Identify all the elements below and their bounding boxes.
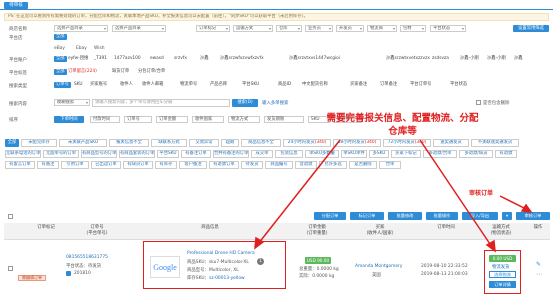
annotation-review-text: 审核订单 [469, 190, 494, 197]
annotation-arrows [254, 139, 533, 253]
